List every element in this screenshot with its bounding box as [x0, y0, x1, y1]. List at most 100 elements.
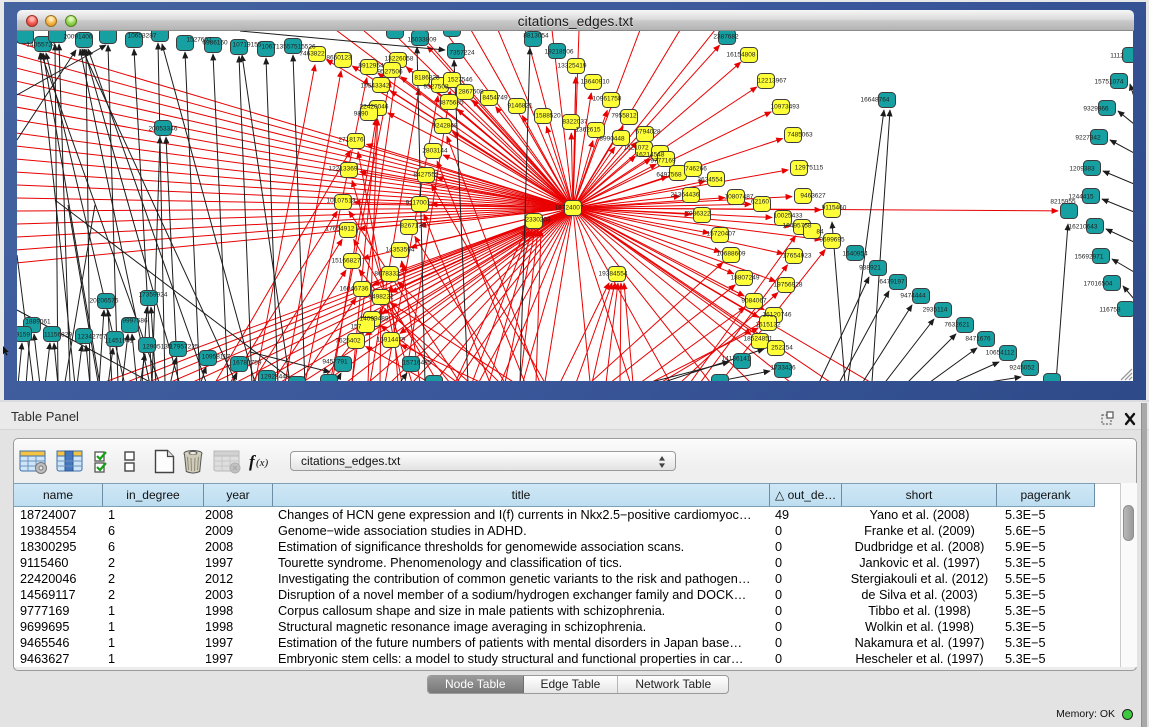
svg-text:12905135: 12905135 [143, 344, 172, 351]
svg-text:10807487: 10807487 [725, 194, 754, 201]
svg-text:19218506: 19218506 [545, 49, 574, 56]
svg-text:9527506: 9527506 [377, 69, 403, 76]
svg-text:16120746: 16120746 [763, 312, 792, 319]
svg-text:2387682: 2387682 [713, 34, 739, 41]
svg-text:9457791: 9457791 [322, 359, 348, 366]
svg-text:7625402: 7625402 [335, 338, 361, 345]
svg-text:9699695: 9699695 [819, 237, 845, 244]
svg-text:7463822: 7463822 [299, 51, 325, 58]
svg-text:9997586: 9997586 [122, 318, 148, 325]
svg-text:7515526: 7515526 [290, 44, 316, 51]
svg-text:1209383: 1209383 [1069, 166, 1095, 173]
svg-text:17654912: 17654912 [326, 226, 355, 233]
svg-text:252254: 252254 [771, 345, 793, 352]
svg-text:746266: 746266 [685, 166, 707, 173]
svg-text:9463627: 9463627 [800, 193, 826, 200]
svg-text:12975115: 12975115 [795, 165, 824, 172]
svg-text:9527508: 9527508 [423, 84, 449, 91]
svg-text:8186328: 8186328 [414, 75, 440, 82]
svg-text:14353594: 14353594 [386, 247, 415, 254]
svg-text:1733426: 1733426 [770, 365, 796, 372]
svg-text:62160: 62160 [751, 199, 769, 206]
svg-text:9329966: 9329966 [1083, 106, 1109, 113]
svg-text:12213369: 12213369 [329, 166, 358, 173]
svg-text:1362615: 1362615 [575, 127, 601, 134]
svg-text:16495758: 16495758 [783, 223, 812, 230]
svg-text:8322037: 8322037 [562, 119, 588, 126]
svg-text:9117001: 9117001 [406, 200, 431, 207]
svg-text:12342757: 12342757 [78, 334, 107, 341]
svg-text:13226058: 13226058 [385, 56, 414, 63]
svg-text:17016504: 17016504 [1084, 281, 1113, 288]
svg-text:(x): (x) [256, 457, 269, 469]
svg-text:20091406: 20091406 [64, 34, 93, 41]
svg-text:9242848: 9242848 [432, 123, 458, 130]
svg-text:15166827: 15166827 [332, 258, 361, 265]
svg-text:8427552: 8427552 [413, 172, 439, 179]
svg-text:10961758: 10961758 [593, 96, 622, 103]
svg-text:6497568: 6497568 [656, 172, 682, 179]
svg-text:15716485: 15716485 [403, 360, 432, 367]
svg-text:7485063: 7485063 [787, 132, 813, 139]
svg-text:1640954: 1640954 [842, 251, 868, 258]
svg-text:14099489: 14099489 [360, 316, 389, 323]
svg-text:938921: 938921 [859, 265, 881, 272]
svg-text:13325419: 13325419 [558, 63, 587, 70]
svg-text:8678332: 8678332 [374, 271, 400, 278]
svg-text:16648764: 16648764 [861, 97, 890, 104]
svg-text:10107513: 10107513 [327, 198, 356, 205]
svg-text:9474444: 9474444 [900, 293, 926, 300]
svg-text:11156829: 11156829 [44, 332, 72, 339]
svg-text:22420046: 22420046 [360, 104, 389, 111]
svg-text:2718176: 2718176 [338, 137, 364, 144]
svg-text:18724007: 18724007 [555, 205, 584, 212]
svg-text:10654112: 10654112 [986, 350, 1015, 357]
svg-text:9084067: 9084067 [741, 298, 767, 305]
svg-text:6794028: 6794028 [635, 129, 661, 136]
svg-text:116753: 116753 [1099, 307, 1121, 314]
svg-text:10688609: 10688609 [717, 251, 746, 258]
svg-text:9115460: 9115460 [822, 205, 847, 212]
svg-text:2935114: 2935114 [923, 307, 948, 314]
svg-text:7955812: 7955812 [611, 113, 637, 120]
svg-text:84: 84 [816, 229, 824, 236]
svg-text:12213967: 12213967 [758, 78, 787, 85]
svg-text:19384554: 19384554 [599, 271, 628, 278]
svg-text:10958117: 10958117 [202, 354, 231, 361]
svg-text:1112: 1112 [1110, 53, 1124, 60]
svg-text:2867608: 2867608 [458, 89, 484, 96]
svg-text:3875685: 3875685 [438, 100, 464, 107]
svg-text:12923446: 12923446 [261, 374, 290, 381]
svg-text:8215955: 8215955 [1050, 199, 1076, 206]
svg-text:7357224: 7357224 [449, 50, 475, 57]
svg-text:3498222: 3498222 [368, 294, 394, 301]
svg-text:16782759: 16782759 [233, 360, 262, 367]
svg-text:9146821: 9146821 [507, 103, 533, 110]
svg-text:17359924: 17359924 [139, 292, 168, 299]
svg-text:16914479: 16914479 [377, 337, 406, 344]
svg-text:10719155: 10719155 [233, 42, 262, 49]
svg-text:8813054: 8813054 [523, 33, 549, 40]
svg-text:8267130: 8267130 [400, 223, 426, 230]
svg-text:8471676: 8471676 [965, 336, 991, 343]
svg-text:8660123: 8660123 [326, 55, 352, 62]
svg-text:2803144: 2803144 [422, 148, 448, 155]
svg-text:21364436: 21364436 [671, 192, 700, 199]
svg-text:14136141: 14136141 [722, 356, 751, 363]
svg-text:1588520: 1588520 [535, 113, 561, 120]
svg-text:10543342: 10543342 [361, 83, 390, 90]
svg-text:6479197: 6479197 [879, 279, 905, 286]
svg-text:10671355: 10671355 [262, 44, 291, 51]
svg-text:16154808: 16154808 [727, 52, 756, 59]
svg-text:17957225: 17957225 [170, 344, 199, 351]
svg-text:1615132: 1615132 [755, 322, 781, 329]
svg-text:9777169: 9777169 [650, 158, 676, 165]
svg-text:15751074: 15751074 [1095, 79, 1124, 86]
svg-text:2330203: 2330203 [525, 217, 551, 224]
svg-text:6986160: 6986160 [202, 40, 228, 47]
svg-text:16046736: 16046736 [340, 286, 369, 293]
svg-text:16210643: 16210643 [1069, 224, 1098, 231]
svg-text:18524851: 18524851 [744, 336, 773, 343]
svg-text:19756928: 19756928 [774, 282, 803, 289]
svg-text:17654923: 17654923 [783, 253, 812, 260]
